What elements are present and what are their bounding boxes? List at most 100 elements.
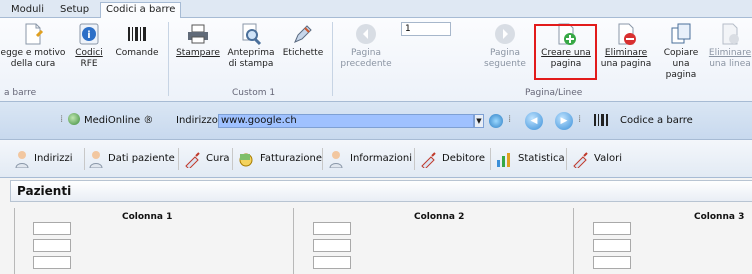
etichette-label: Etichette <box>282 48 324 58</box>
nav-separator <box>232 148 233 170</box>
legge-motivo-button[interactable]: egge e motivo della cura <box>0 22 66 70</box>
column-1-header: Colonna 1 <box>122 212 173 222</box>
main-content: Pazienti Colonna 1 Colonna 2 Colonna 3 <box>0 178 752 274</box>
anteprima-label-2: di stampa <box>228 59 274 69</box>
nav-valori[interactable]: Valori <box>594 153 622 164</box>
column-3-header: Colonna 3 <box>694 212 745 222</box>
input-field[interactable] <box>593 239 631 252</box>
money-icon <box>239 153 253 167</box>
label-pen-icon <box>294 25 312 43</box>
comande-label: Comande <box>115 48 159 58</box>
anteprima-label-1: Anteprima <box>227 48 275 58</box>
input-field[interactable] <box>593 222 631 235</box>
group-label-pagina-linee: Pagina/Linee <box>525 88 583 98</box>
legge-label-2: della cura <box>10 59 56 69</box>
codice-a-barre-button[interactable]: Codice a barre <box>620 115 693 126</box>
eliminare-pagina-button[interactable]: Eliminare una pagina <box>600 22 652 70</box>
url-dropdown-arrow[interactable]: ▼ <box>474 114 484 128</box>
medionline-link[interactable]: MediOnline ® <box>84 115 153 126</box>
magnifier-icon <box>242 23 262 46</box>
group-label-custom: Custom 1 <box>232 88 276 98</box>
syringe-icon <box>185 152 200 168</box>
printer-icon <box>188 24 208 44</box>
nav-separator <box>178 148 179 170</box>
nav-separator <box>322 148 323 170</box>
syringe-icon <box>573 152 588 168</box>
creare-pagina-highlight <box>534 24 597 80</box>
arrow-left-icon <box>356 24 376 44</box>
nav-fatturazione[interactable]: Fatturazione <box>260 153 322 164</box>
arrow-back-icon: ◀ <box>530 116 538 126</box>
ie-go-icon[interactable] <box>489 114 503 128</box>
nav-debitore[interactable]: Debitore <box>442 153 485 164</box>
pagina-seguente-button[interactable]: Pagina seguente <box>480 22 530 70</box>
input-field[interactable] <box>313 222 351 235</box>
input-field[interactable] <box>313 256 351 269</box>
grip-icon: ⁞ <box>146 114 150 125</box>
forward-button[interactable]: ▶ <box>555 112 573 130</box>
grip-icon: ⁞ <box>60 114 64 125</box>
tab-codici-a-barre[interactable]: Codici a barre <box>100 2 182 18</box>
input-field[interactable] <box>33 256 71 269</box>
input-field[interactable] <box>593 256 631 269</box>
info-icon: i <box>79 23 99 45</box>
pagina-prec-label-2: precedente <box>340 59 392 69</box>
copy-page-icon <box>671 23 691 44</box>
doctor-icon <box>89 151 103 168</box>
tab-setup[interactable]: Setup <box>55 3 94 18</box>
nav-dati-paziente[interactable]: Dati paziente <box>108 153 175 164</box>
nav-cura[interactable]: Cura <box>206 153 230 164</box>
column-2-header: Colonna 2 <box>414 212 465 222</box>
copiare-label-2: una pagina <box>665 59 697 80</box>
barcode-icon <box>128 27 146 41</box>
svg-text:i: i <box>87 30 90 41</box>
delete-line-icon <box>722 23 739 45</box>
group-label-barre: a barre <box>4 88 37 98</box>
nav-separator <box>490 148 491 170</box>
codici-label-1: Codici <box>75 48 103 58</box>
grip-icon: ⁞ <box>578 114 582 125</box>
arrow-right-icon <box>495 24 515 44</box>
pagina-precedente-button[interactable]: Pagina precedente <box>338 22 394 70</box>
section-header: Pazienti <box>10 180 752 202</box>
nav-informazioni[interactable]: Informazioni <box>350 153 412 164</box>
tab-moduli[interactable]: Moduli <box>6 3 49 18</box>
codici-label-2: RFE <box>80 59 98 69</box>
patient-nav-bar: Indirizzi Dati paziente Cura Fatturazion… <box>0 140 752 178</box>
delete-page-icon <box>618 23 636 45</box>
input-field[interactable] <box>313 239 351 252</box>
address-toolbar: ⁞ MediOnline ® ⁞ Indirizzo www.google.ch… <box>0 102 752 140</box>
pagina-seg-label-2: seguente <box>484 59 526 69</box>
grip-icon: ⁞ <box>508 114 512 125</box>
nav-indirizzi[interactable]: Indirizzi <box>34 153 73 164</box>
arrow-forward-icon: ▶ <box>560 116 568 126</box>
codici-rfe-button[interactable]: i Codici RFE <box>72 22 106 70</box>
pagina-prec-label-1: Pagina <box>351 48 381 58</box>
etichette-button[interactable]: Etichette <box>280 22 326 59</box>
copiare-pagina-button[interactable]: Copiare una pagina <box>656 22 706 81</box>
pagina-seg-label-1: Pagina <box>490 48 520 58</box>
nav-separator <box>414 148 415 170</box>
document-icon <box>25 23 44 45</box>
medionline-icon <box>68 113 80 125</box>
nav-statistica[interactable]: Statistica <box>518 153 565 164</box>
doctor-icon <box>329 151 343 168</box>
stampare-button[interactable]: Stampare <box>174 22 222 59</box>
ribbon-separator <box>332 22 333 96</box>
stampare-label: Stampare <box>176 48 220 58</box>
ribbon-separator <box>168 22 169 96</box>
url-input[interactable]: www.google.ch <box>218 114 474 128</box>
nav-separator <box>84 148 85 170</box>
comande-button[interactable]: Comande <box>112 22 162 59</box>
syringe-icon <box>421 152 436 168</box>
anteprima-button[interactable]: Anteprima di stampa <box>226 22 276 70</box>
input-field[interactable] <box>33 239 71 252</box>
input-field[interactable] <box>33 222 71 235</box>
back-button[interactable]: ◀ <box>525 112 543 130</box>
page-number-input[interactable] <box>401 22 451 36</box>
doctor-icon <box>15 151 29 168</box>
barcode-icon <box>594 114 608 126</box>
ribbon-tab-bar: Moduli Setup Codici a barre <box>0 0 752 18</box>
eliminare-linea-label-2: una linea <box>709 59 751 69</box>
eliminare-linea-button[interactable]: Eliminare una linea <box>708 22 752 70</box>
